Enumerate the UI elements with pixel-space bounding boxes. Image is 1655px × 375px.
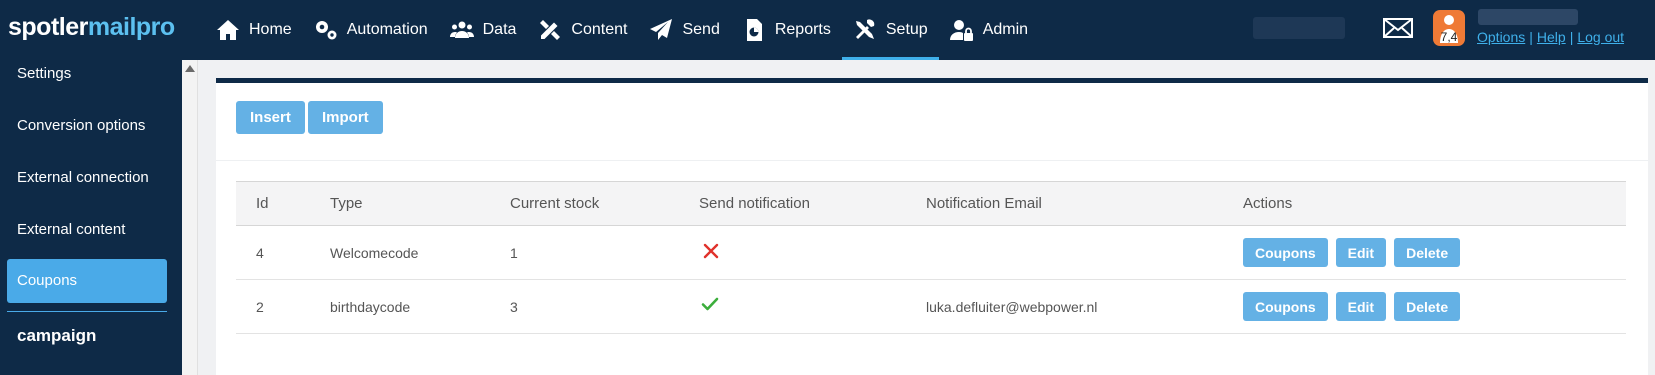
cell-id: 4 bbox=[256, 244, 264, 261]
sidebar-item-external-connection[interactable]: External connection bbox=[0, 169, 182, 186]
delete-button[interactable]: Delete bbox=[1394, 238, 1461, 267]
link-separator: | bbox=[1529, 29, 1533, 45]
cross-icon bbox=[703, 243, 719, 258]
user-links: Options | Help | Log out bbox=[1477, 29, 1624, 45]
sidebar-item-coupons[interactable]: Coupons bbox=[7, 259, 167, 303]
avatar[interactable]: 7,4 bbox=[1433, 10, 1465, 46]
report-icon bbox=[746, 19, 762, 41]
tools-icon bbox=[855, 19, 875, 39]
edit-button[interactable]: Edit bbox=[1335, 292, 1387, 321]
notification-count: 7,4 bbox=[1440, 30, 1458, 44]
cell-current-stock: 3 bbox=[510, 298, 518, 315]
nav-item-label: Home bbox=[249, 21, 292, 38]
users-icon bbox=[449, 21, 474, 38]
checkmark-icon bbox=[701, 297, 719, 310]
sidebar-item-conversion-options[interactable]: Conversion options bbox=[0, 117, 182, 134]
table-row: 2 birthdaycode 3 luka.defluiter@webpower… bbox=[236, 280, 1626, 334]
account-selector[interactable] bbox=[1253, 17, 1345, 39]
gears-icon bbox=[315, 21, 337, 40]
nav-item-setup[interactable]: Setup bbox=[841, 0, 939, 60]
brand-logo-part2: mailpro bbox=[87, 13, 175, 41]
cell-actions: Coupons Edit Delete bbox=[1243, 226, 1468, 279]
column-header-current-stock[interactable]: Current stock bbox=[510, 182, 599, 225]
mail-icon[interactable] bbox=[1383, 16, 1413, 40]
nav-item-label: Setup bbox=[885, 21, 928, 38]
nav-item-send[interactable]: Send bbox=[638, 0, 730, 60]
cell-type: birthdaycode bbox=[330, 298, 411, 315]
logout-link[interactable]: Log out bbox=[1577, 29, 1624, 45]
user-lock-icon bbox=[949, 20, 973, 41]
cell-id: 2 bbox=[256, 298, 264, 315]
nav-item-home[interactable]: Home bbox=[205, 0, 303, 60]
scroll-up-arrow-icon[interactable] bbox=[185, 65, 195, 72]
coupons-table: Id Type Current stock Send notification … bbox=[236, 181, 1626, 334]
cell-type: Welcomecode bbox=[330, 244, 419, 261]
column-header-notification-email[interactable]: Notification Email bbox=[926, 182, 1042, 225]
nav-item-admin[interactable]: Admin bbox=[939, 0, 1039, 60]
sidebar-item-external-content[interactable]: External content bbox=[0, 221, 182, 238]
nav-item-label: Automation bbox=[346, 21, 428, 38]
nav-item-reports[interactable]: Reports bbox=[731, 0, 842, 60]
nav-item-label: Send bbox=[682, 21, 720, 38]
main-nav: Home Automation Data Content Send Report… bbox=[205, 0, 1039, 60]
table-header: Id Type Current stock Send notification … bbox=[236, 182, 1626, 226]
table-row: 4 Welcomecode 1 Coupons Edit Delete bbox=[236, 226, 1626, 280]
cell-send-notification bbox=[699, 280, 719, 333]
toolbar-divider bbox=[216, 160, 1648, 161]
coupons-button[interactable]: Coupons bbox=[1243, 238, 1328, 267]
paper-plane-icon bbox=[650, 19, 673, 40]
sidebar-section-heading: campaign bbox=[17, 326, 97, 345]
brand-logo-part1: spotler bbox=[8, 13, 88, 41]
delete-button[interactable]: Delete bbox=[1394, 292, 1461, 321]
nav-item-label: Data bbox=[482, 21, 517, 38]
cell-current-stock: 1 bbox=[510, 244, 518, 261]
brand-logo[interactable]: spotlermailpro bbox=[8, 13, 175, 42]
nav-item-content[interactable]: Content bbox=[527, 0, 638, 60]
edit-button[interactable]: Edit bbox=[1335, 238, 1387, 267]
sidebar-divider bbox=[7, 311, 167, 312]
nav-item-label: Content bbox=[571, 21, 628, 38]
column-header-type[interactable]: Type bbox=[330, 182, 363, 225]
top-navigation-bar: spotlermailpro Home Automation Data Cont… bbox=[0, 0, 1655, 60]
cell-actions: Coupons Edit Delete bbox=[1243, 280, 1468, 333]
sidebar-item-settings[interactable]: Settings bbox=[0, 65, 182, 82]
column-header-id[interactable]: Id bbox=[256, 182, 269, 225]
import-button[interactable]: Import bbox=[308, 101, 383, 134]
nav-item-label: Admin bbox=[982, 21, 1029, 38]
nav-item-label: Reports bbox=[774, 21, 831, 38]
column-header-actions: Actions bbox=[1243, 195, 1293, 212]
pencil-ruler-icon bbox=[540, 20, 561, 40]
coupons-panel: Insert Import Id Type Current stock Send… bbox=[216, 78, 1648, 375]
home-icon bbox=[217, 20, 239, 40]
coupons-button[interactable]: Coupons bbox=[1243, 292, 1328, 321]
cell-notification-email: luka.defluiter@webpower.nl bbox=[926, 298, 1098, 315]
sidebar: Settings Conversion options External con… bbox=[0, 60, 182, 375]
cell-send-notification bbox=[699, 226, 719, 279]
username bbox=[1478, 9, 1578, 25]
help-link[interactable]: Help bbox=[1537, 29, 1566, 45]
nav-item-automation[interactable]: Automation bbox=[303, 0, 439, 60]
sidebar-scrollbar[interactable] bbox=[182, 60, 198, 375]
nav-item-data[interactable]: Data bbox=[439, 0, 528, 60]
insert-button[interactable]: Insert bbox=[236, 101, 305, 134]
link-separator: | bbox=[1569, 29, 1574, 45]
column-header-send-notification[interactable]: Send notification bbox=[699, 182, 810, 225]
options-link[interactable]: Options bbox=[1477, 29, 1525, 45]
